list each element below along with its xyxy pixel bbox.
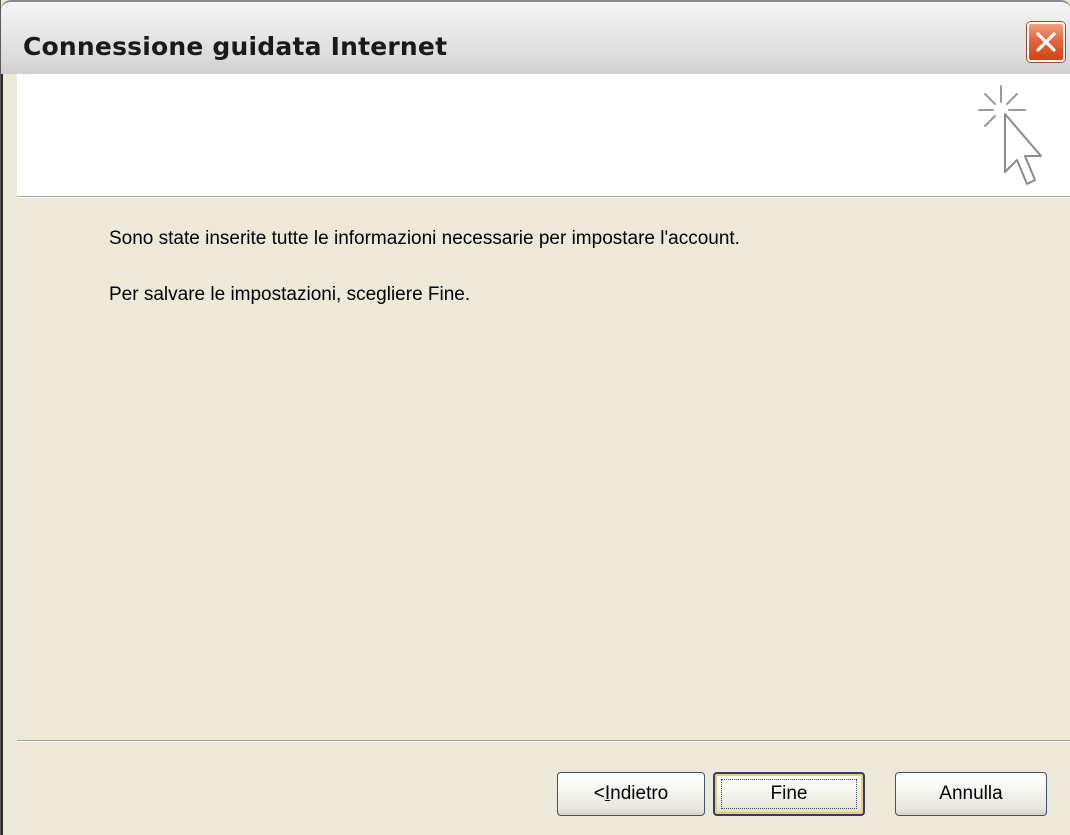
finish-button[interactable]: Fine xyxy=(713,772,865,816)
info-message-line-2: Per salvare le impostazioni, scegliere F… xyxy=(109,284,471,305)
back-button-prefix: < xyxy=(593,783,605,804)
close-icon xyxy=(1036,32,1056,52)
cancel-button[interactable]: Annulla xyxy=(895,772,1047,816)
info-message-line-1: Sono state inserite tutte le informazion… xyxy=(109,228,740,249)
window-title: Connessione guidata Internet xyxy=(23,32,448,61)
finish-button-label: Fine xyxy=(770,783,808,804)
close-button[interactable] xyxy=(1027,22,1065,62)
cancel-button-label: Annulla xyxy=(939,783,1003,804)
wizard-cursor-sparkle-icon xyxy=(978,85,1042,185)
footer-separator xyxy=(17,740,1070,742)
title-bar[interactable]: Connessione guidata Internet xyxy=(1,0,1070,74)
wizard-header xyxy=(17,74,1070,196)
back-button[interactable]: < Indietro xyxy=(557,772,705,816)
header-separator xyxy=(17,196,1070,198)
back-button-label: ndietro xyxy=(610,783,669,804)
wizard-dialog: Connessione guidata Internet Sono state … xyxy=(0,0,1070,835)
window-left-border xyxy=(1,74,17,835)
